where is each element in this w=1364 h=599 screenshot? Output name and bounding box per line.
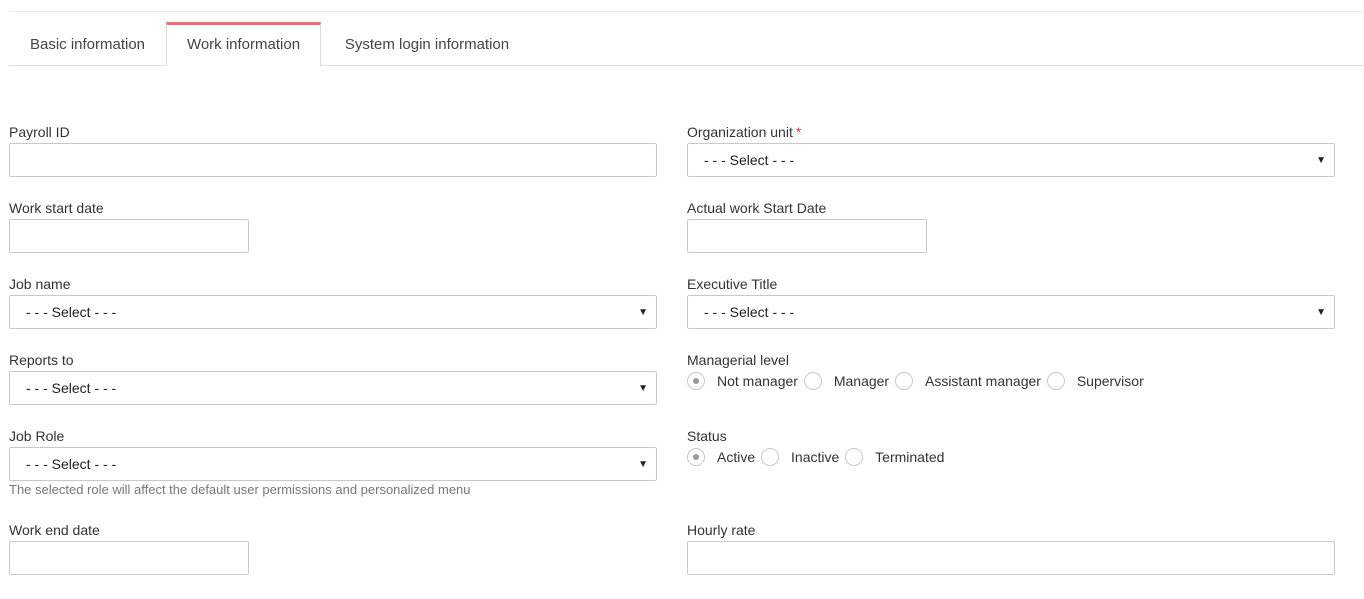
work-start-date-label: Work start date <box>9 200 104 216</box>
caret-down-icon: ▼ <box>1316 155 1326 166</box>
executive-title-value: - - - Select - - - <box>704 304 795 320</box>
payroll-id-input[interactable] <box>9 143 657 177</box>
radio-manager[interactable]: Manager <box>803 371 891 391</box>
radio-label: Supervisor <box>1076 373 1144 389</box>
hourly-rate-input[interactable] <box>687 541 1335 575</box>
radio-label: Manager <box>833 373 890 389</box>
work-start-date-input[interactable] <box>9 219 249 253</box>
hourly-rate-label: Hourly rate <box>687 522 756 538</box>
tab-basic-information[interactable]: Basic information <box>9 22 166 66</box>
radio-circle-icon[interactable] <box>687 448 705 466</box>
top-divider <box>9 11 1364 12</box>
radio-label: Assistant manager <box>924 373 1041 389</box>
job-name-label: Job name <box>9 276 71 292</box>
managerial-level-label: Managerial level <box>687 352 789 368</box>
reports-to-label: Reports to <box>9 352 74 368</box>
reports-to-value: - - - Select - - - <box>26 380 117 396</box>
job-role-help-text: The selected role will affect the defaul… <box>9 482 471 497</box>
executive-title-label: Executive Title <box>687 276 778 292</box>
payroll-id-label: Payroll ID <box>9 124 70 140</box>
organization-unit-label: Organization unit * <box>687 124 801 140</box>
caret-down-icon: ▼ <box>1316 307 1326 318</box>
radio-label: Not manager <box>717 373 798 389</box>
radio-label: Active <box>717 449 756 465</box>
radio-active[interactable]: Active <box>687 447 757 467</box>
radio-circle-icon[interactable] <box>1046 372 1065 390</box>
caret-down-icon: ▼ <box>638 459 648 470</box>
managerial-level-radio-group: Not manager Manager Assistant manager Su… <box>687 371 1146 391</box>
required-mark: * <box>795 124 802 140</box>
radio-terminated[interactable]: Terminated <box>845 447 946 467</box>
caret-down-icon: ▼ <box>638 307 648 318</box>
organization-unit-select[interactable]: - - - Select - - - ▼ <box>687 143 1335 177</box>
radio-circle-icon[interactable] <box>761 448 780 466</box>
executive-title-select[interactable]: - - - Select - - - ▼ <box>687 295 1335 329</box>
organization-unit-label-text: Organization unit <box>687 124 793 140</box>
work-end-date-input[interactable] <box>9 541 249 575</box>
status-label: Status <box>687 428 727 444</box>
radio-label: Terminated <box>875 449 945 465</box>
caret-down-icon: ▼ <box>638 383 648 394</box>
job-name-value: - - - Select - - - <box>26 304 117 320</box>
radio-circle-icon[interactable] <box>894 372 913 390</box>
job-role-value: - - - Select - - - <box>26 456 117 472</box>
radio-label: Inactive <box>791 449 840 465</box>
job-role-label: Job Role <box>9 428 65 444</box>
job-role-select[interactable]: - - - Select - - - ▼ <box>9 447 657 481</box>
tab-work-information[interactable]: Work information <box>166 22 321 66</box>
actual-work-start-date-input[interactable] <box>687 219 927 253</box>
radio-circle-icon[interactable] <box>803 372 822 390</box>
work-end-date-label: Work end date <box>9 522 100 538</box>
radio-supervisor[interactable]: Supervisor <box>1046 371 1146 391</box>
radio-assistant-manager[interactable]: Assistant manager <box>894 371 1043 391</box>
actual-work-start-date-label: Actual work Start Date <box>687 200 827 216</box>
radio-circle-icon[interactable] <box>845 448 864 466</box>
reports-to-select[interactable]: - - - Select - - - ▼ <box>9 371 657 405</box>
status-radio-group: Active Inactive Terminated <box>687 447 946 467</box>
radio-not-manager[interactable]: Not manager <box>687 371 800 391</box>
organization-unit-value: - - - Select - - - <box>704 152 795 168</box>
job-name-select[interactable]: - - - Select - - - ▼ <box>9 295 657 329</box>
tab-system-login-information[interactable]: System login information <box>325 22 529 66</box>
tab-bar: Basic information Work information Syste… <box>9 22 1364 66</box>
radio-inactive[interactable]: Inactive <box>761 447 841 467</box>
radio-circle-icon[interactable] <box>687 372 705 390</box>
